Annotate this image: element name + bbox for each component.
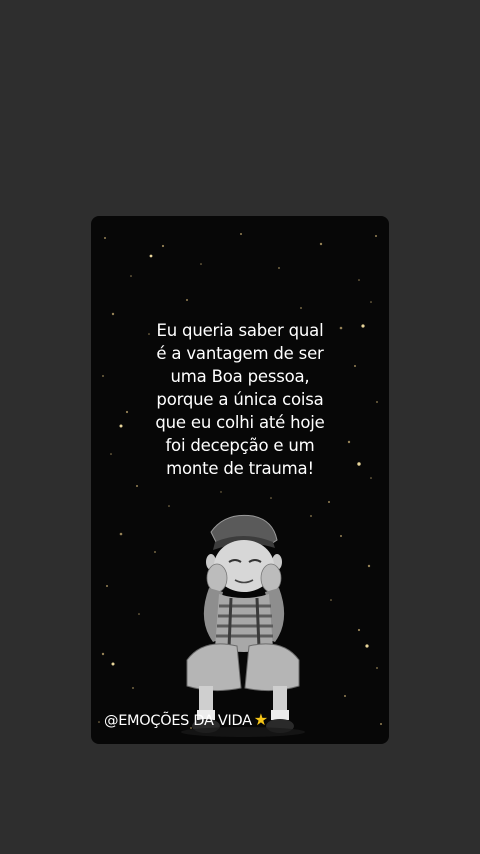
quote-line: uma Boa pessoa,: [170, 367, 310, 386]
quote-text: Eu queria saber qual é a vantagem de ser…: [91, 319, 389, 480]
quote-line: foi decepção e um: [165, 436, 315, 455]
handle-text: @EMOÇÕES DA VIDA: [104, 713, 252, 729]
sad-boy-illustration: [181, 514, 305, 737]
quote-line: porque a única coisa: [156, 390, 324, 409]
quote-line: que eu colhi até hoje: [155, 413, 325, 432]
quote-line: monte de trauma!: [166, 459, 314, 478]
star-icon: ★: [253, 710, 268, 729]
quote-line: Eu queria saber qual: [156, 321, 324, 340]
story-card: Eu queria saber qual é a vantagem de ser…: [91, 216, 389, 744]
quote-line: é a vantagem de ser: [156, 344, 324, 363]
watermark-handle: @EMOÇÕES DA VIDA ★: [104, 710, 268, 729]
